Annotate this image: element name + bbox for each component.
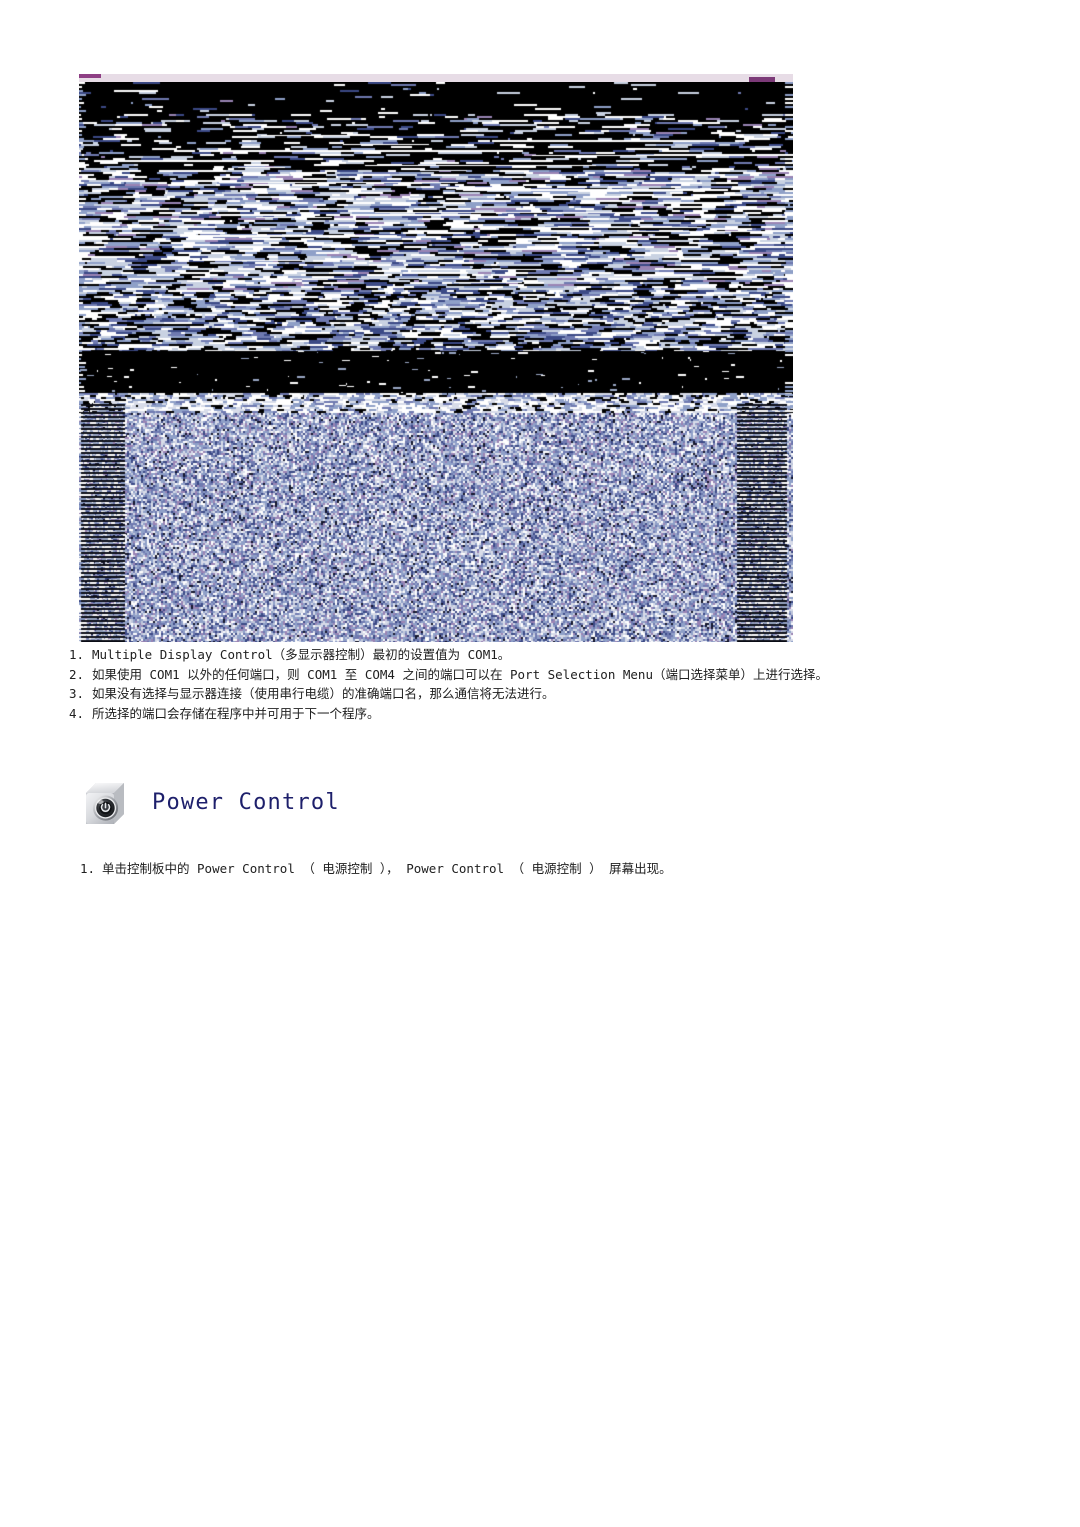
list-item-number: 2. — [68, 666, 84, 682]
list-item-text: 如果使用 COM1 以外的任何端口，则 COM1 至 COM4 之间的端口可以在… — [92, 666, 828, 682]
list-item-number: 1. — [68, 647, 84, 662]
list-item-text: Multiple Display Control（多显示器控制）最初的设置值为 … — [92, 647, 511, 662]
power-control-icon — [80, 776, 132, 828]
list-item-number: 1. — [79, 861, 95, 876]
list-item: 1. Multiple Display Control（多显示器控制）最初的设置… — [66, 646, 996, 665]
window-title-strip — [79, 74, 793, 82]
list-item: 2. 如果使用 COM1 以外的任何端口，则 COM1 至 COM4 之间的端口… — [66, 666, 996, 685]
page-title: Power Control — [152, 789, 340, 815]
list-item-text: 如果没有选择与显示器连接（使用串行电缆）的准确端口名，那么通信将无法进行。 — [92, 686, 555, 701]
list-item: 1. 单击控制板中的 Power Control （ 电源控制 ）， Power… — [78, 860, 978, 878]
corrupted-image-canvas — [79, 74, 793, 642]
list-item-number: 3. — [68, 686, 84, 701]
list-item: 4. 所选择的端口会存储在程序中并可用于下一个程序。 — [66, 705, 996, 724]
list-item: 3. 如果没有选择与显示器连接（使用串行电缆）的准确端口名，那么通信将无法进行。 — [66, 685, 996, 704]
notes-list: 1. Multiple Display Control（多显示器控制）最初的设置… — [66, 646, 996, 724]
power-control-section-heading: Power Control — [80, 776, 340, 828]
list-item-number: 4. — [68, 705, 84, 721]
steps-list: 1. 单击控制板中的 Power Control （ 电源控制 ）， Power… — [78, 860, 978, 878]
list-item-text: 所选择的端口会存储在程序中并可用于下一个程序。 — [92, 705, 380, 721]
multiple-display-control-screenshot — [79, 74, 793, 642]
list-item-text: 单击控制板中的 Power Control （ 电源控制 ）， Power Co… — [102, 861, 672, 876]
